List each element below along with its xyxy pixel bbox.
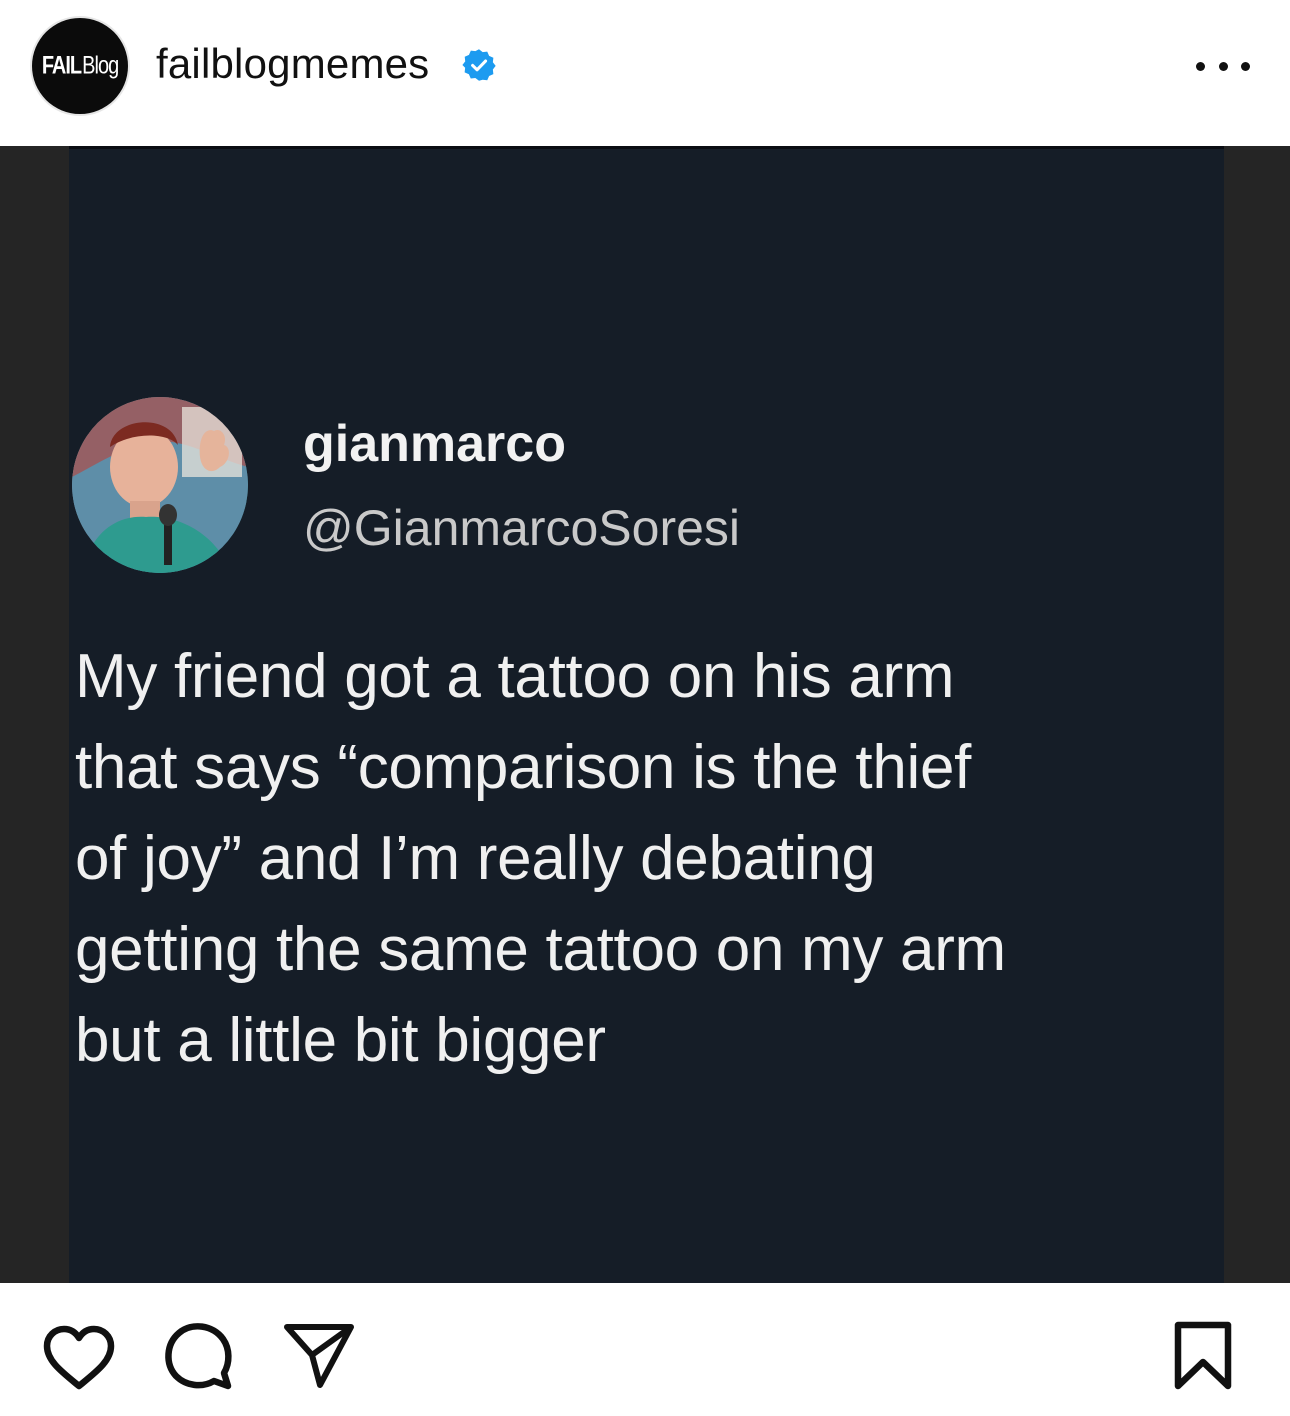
bookmark-icon[interactable] — [1172, 1321, 1234, 1391]
more-dot — [1218, 61, 1228, 71]
avatar-photo-illustration — [72, 397, 248, 573]
paper-plane-icon[interactable] — [282, 1321, 356, 1391]
verified-badge-icon — [462, 49, 496, 81]
tweet-screenshot: gianmarco @GianmarcoSoresi My friend got… — [69, 146, 1224, 1283]
logo-part-fail: FAIL — [41, 51, 82, 80]
tweet-text: My friend got a tattoo on his arm that s… — [75, 642, 1006, 1075]
post-action-bar — [0, 1283, 1290, 1416]
post-header: FAIL Blog failblogmemes — [0, 0, 1290, 146]
more-dot — [1196, 61, 1205, 71]
failblog-logo: FAIL Blog — [41, 51, 119, 80]
account-username[interactable]: failblogmemes — [156, 38, 429, 90]
more-dot — [1241, 61, 1250, 71]
tweet-author-avatar — [72, 397, 248, 573]
comment-bubble-icon[interactable] — [164, 1321, 234, 1391]
logo-part-blog: Blog — [82, 51, 119, 80]
tweet-handle: @GianmarcoSoresi — [303, 500, 741, 556]
tweet-display-name: gianmarco — [303, 415, 566, 473]
account-avatar[interactable]: FAIL Blog — [32, 18, 128, 114]
heart-icon[interactable] — [42, 1325, 116, 1391]
post-media[interactable]: gianmarco @GianmarcoSoresi My friend got… — [0, 146, 1290, 1283]
more-options-icon[interactable] — [1196, 56, 1250, 76]
